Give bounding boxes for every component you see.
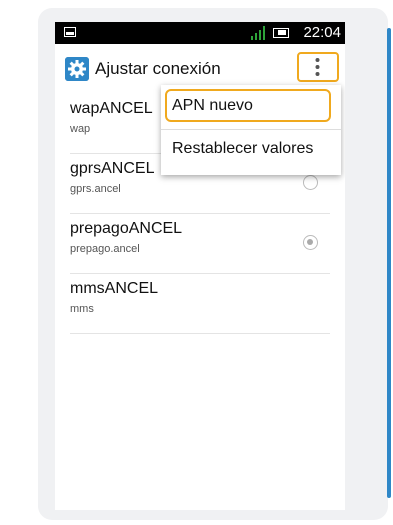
apn-value: prepago.ancel [70, 243, 140, 255]
page-title: Ajustar conexión [95, 59, 221, 78]
menu-item-restablecer-valores[interactable]: Restablecer valores [161, 130, 341, 175]
apn-item-mmsancel[interactable]: mmsANCEL mms [70, 274, 330, 334]
apn-name: gprsANCEL [70, 160, 155, 177]
signal-icon [251, 26, 265, 40]
menu-item-apn-nuevo[interactable]: APN nuevo [161, 85, 341, 130]
screenshot-icon [64, 27, 76, 37]
menu-item-label: Restablecer valores [172, 140, 314, 157]
overflow-menu-icon [315, 58, 320, 76]
overflow-menu: APN nuevo Restablecer valores [161, 85, 341, 175]
apn-name: mmsANCEL [70, 280, 159, 297]
device-frame-edge [387, 28, 391, 498]
apn-name: wapANCEL [70, 100, 153, 117]
apn-radio-selected[interactable] [303, 235, 318, 250]
apn-radio[interactable] [303, 175, 318, 190]
overflow-menu-button[interactable] [297, 52, 339, 82]
status-bar: 22:04 [55, 22, 345, 44]
battery-icon [273, 28, 289, 38]
apn-name: prepagoANCEL [70, 220, 183, 237]
menu-item-label: APN nuevo [172, 97, 253, 114]
phone-screen: 22:04 Ajustar conexión wapANCEL wap gprs… [55, 22, 345, 510]
apn-value: wap [70, 123, 91, 135]
apn-value: mms [70, 303, 94, 315]
status-time: 22:04 [303, 24, 341, 41]
apn-item-prepagoancel[interactable]: prepagoANCEL prepago.ancel [70, 214, 330, 274]
gear-icon[interactable] [65, 57, 89, 81]
apn-value: gprs.ancel [70, 183, 121, 195]
